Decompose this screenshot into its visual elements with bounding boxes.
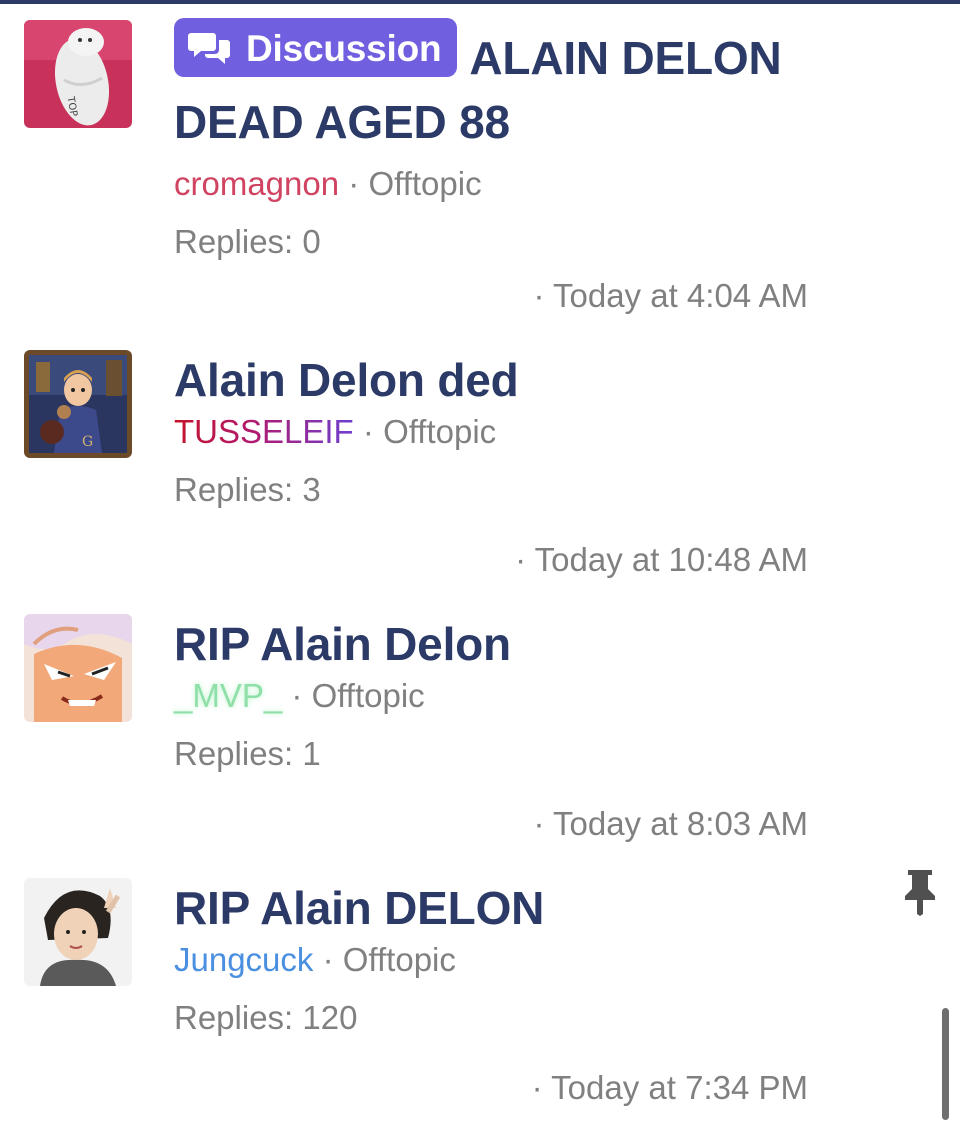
thread-title-link[interactable]: Alain Delon ded <box>174 348 864 412</box>
anime-character-avatar-image <box>24 614 132 722</box>
forum-link[interactable]: Offtopic <box>383 413 496 450</box>
thread-main: Discussion ALAIN DELON DEAD AGED 88 croma… <box>174 18 864 268</box>
thread-meta: _MVP_ · Offtopic <box>174 670 864 722</box>
prefix-label: Discussion <box>246 27 442 69</box>
thread-main: Alain Delon ded TUSSELEIF · Offtopic Rep… <box>174 348 864 516</box>
pig-doll-avatar-image: TOP <box>24 20 132 128</box>
reply-count: Replies: 0 <box>174 223 321 260</box>
thread-meta: Jungcuck · Offtopic <box>174 934 864 986</box>
person-photo-avatar-image <box>24 878 132 986</box>
author-link[interactable]: Jungcuck <box>174 941 313 978</box>
discussion-prefix-badge[interactable]: Discussion <box>174 18 458 77</box>
author-link[interactable]: _MVP_ <box>174 677 282 714</box>
last-post-time[interactable]: · Today at 10:48 AM <box>515 534 808 586</box>
thread-item[interactable]: TOP Discussion ALAIN DELON DEAD AGED 88 c… <box>0 0 960 314</box>
chat-bubbles-icon <box>188 33 230 64</box>
avatar[interactable]: TOP <box>24 20 132 128</box>
avatar[interactable] <box>24 614 132 722</box>
thumbtack-icon <box>900 866 940 916</box>
last-post-time[interactable]: · Today at 4:04 AM <box>533 270 808 322</box>
thread-meta: cromagnon · Offtopic <box>174 158 864 210</box>
thread-title-link[interactable]: RIP Alain Delon <box>174 612 864 676</box>
thread-title-link[interactable]: RIP Alain DELON <box>174 876 864 940</box>
thread-main: RIP Alain Delon _MVP_ · Offtopic Replies… <box>174 612 864 780</box>
thread-item[interactable]: G Alain Delon ded TUSSELEIF · Offtopic R… <box>0 330 960 594</box>
author-link[interactable]: cromagnon <box>174 165 339 202</box>
thread-main: RIP Alain DELON Jungcuck · Offtopic Repl… <box>174 876 864 1044</box>
reply-count: Replies: 1 <box>174 735 321 772</box>
thread-title-link[interactable]: Discussion ALAIN DELON DEAD AGED 88 <box>174 18 864 154</box>
cartoon-wizard-avatar-image: G <box>24 350 132 458</box>
thread-meta: TUSSELEIF · Offtopic <box>174 406 864 458</box>
meta-separator: · <box>362 413 374 450</box>
forum-link[interactable]: Offtopic <box>343 941 456 978</box>
reply-count: Replies: 120 <box>174 999 358 1036</box>
meta-separator: · <box>348 165 360 202</box>
forum-link[interactable]: Offtopic <box>312 677 425 714</box>
thread-list: TOP Discussion ALAIN DELON DEAD AGED 88 c… <box>0 0 960 1120</box>
reply-count: Replies: 3 <box>174 471 321 508</box>
avatar[interactable]: G <box>24 350 132 458</box>
meta-separator: · <box>322 941 334 978</box>
avatar[interactable] <box>24 878 132 986</box>
thread-item[interactable]: RIP Alain DELON Jungcuck · Offtopic Repl… <box>0 858 960 1122</box>
last-post-time[interactable]: · Today at 7:34 PM <box>532 1062 808 1114</box>
thread-item[interactable]: RIP Alain Delon _MVP_ · Offtopic Replies… <box>0 594 960 858</box>
scrollbar-thumb[interactable] <box>942 1008 949 1120</box>
author-link[interactable]: TUSSELEIF <box>174 413 354 450</box>
svg-text:G: G <box>82 434 93 450</box>
meta-separator: · <box>291 677 303 714</box>
last-post-time[interactable]: · Today at 8:03 AM <box>533 798 808 850</box>
forum-link[interactable]: Offtopic <box>368 165 481 202</box>
